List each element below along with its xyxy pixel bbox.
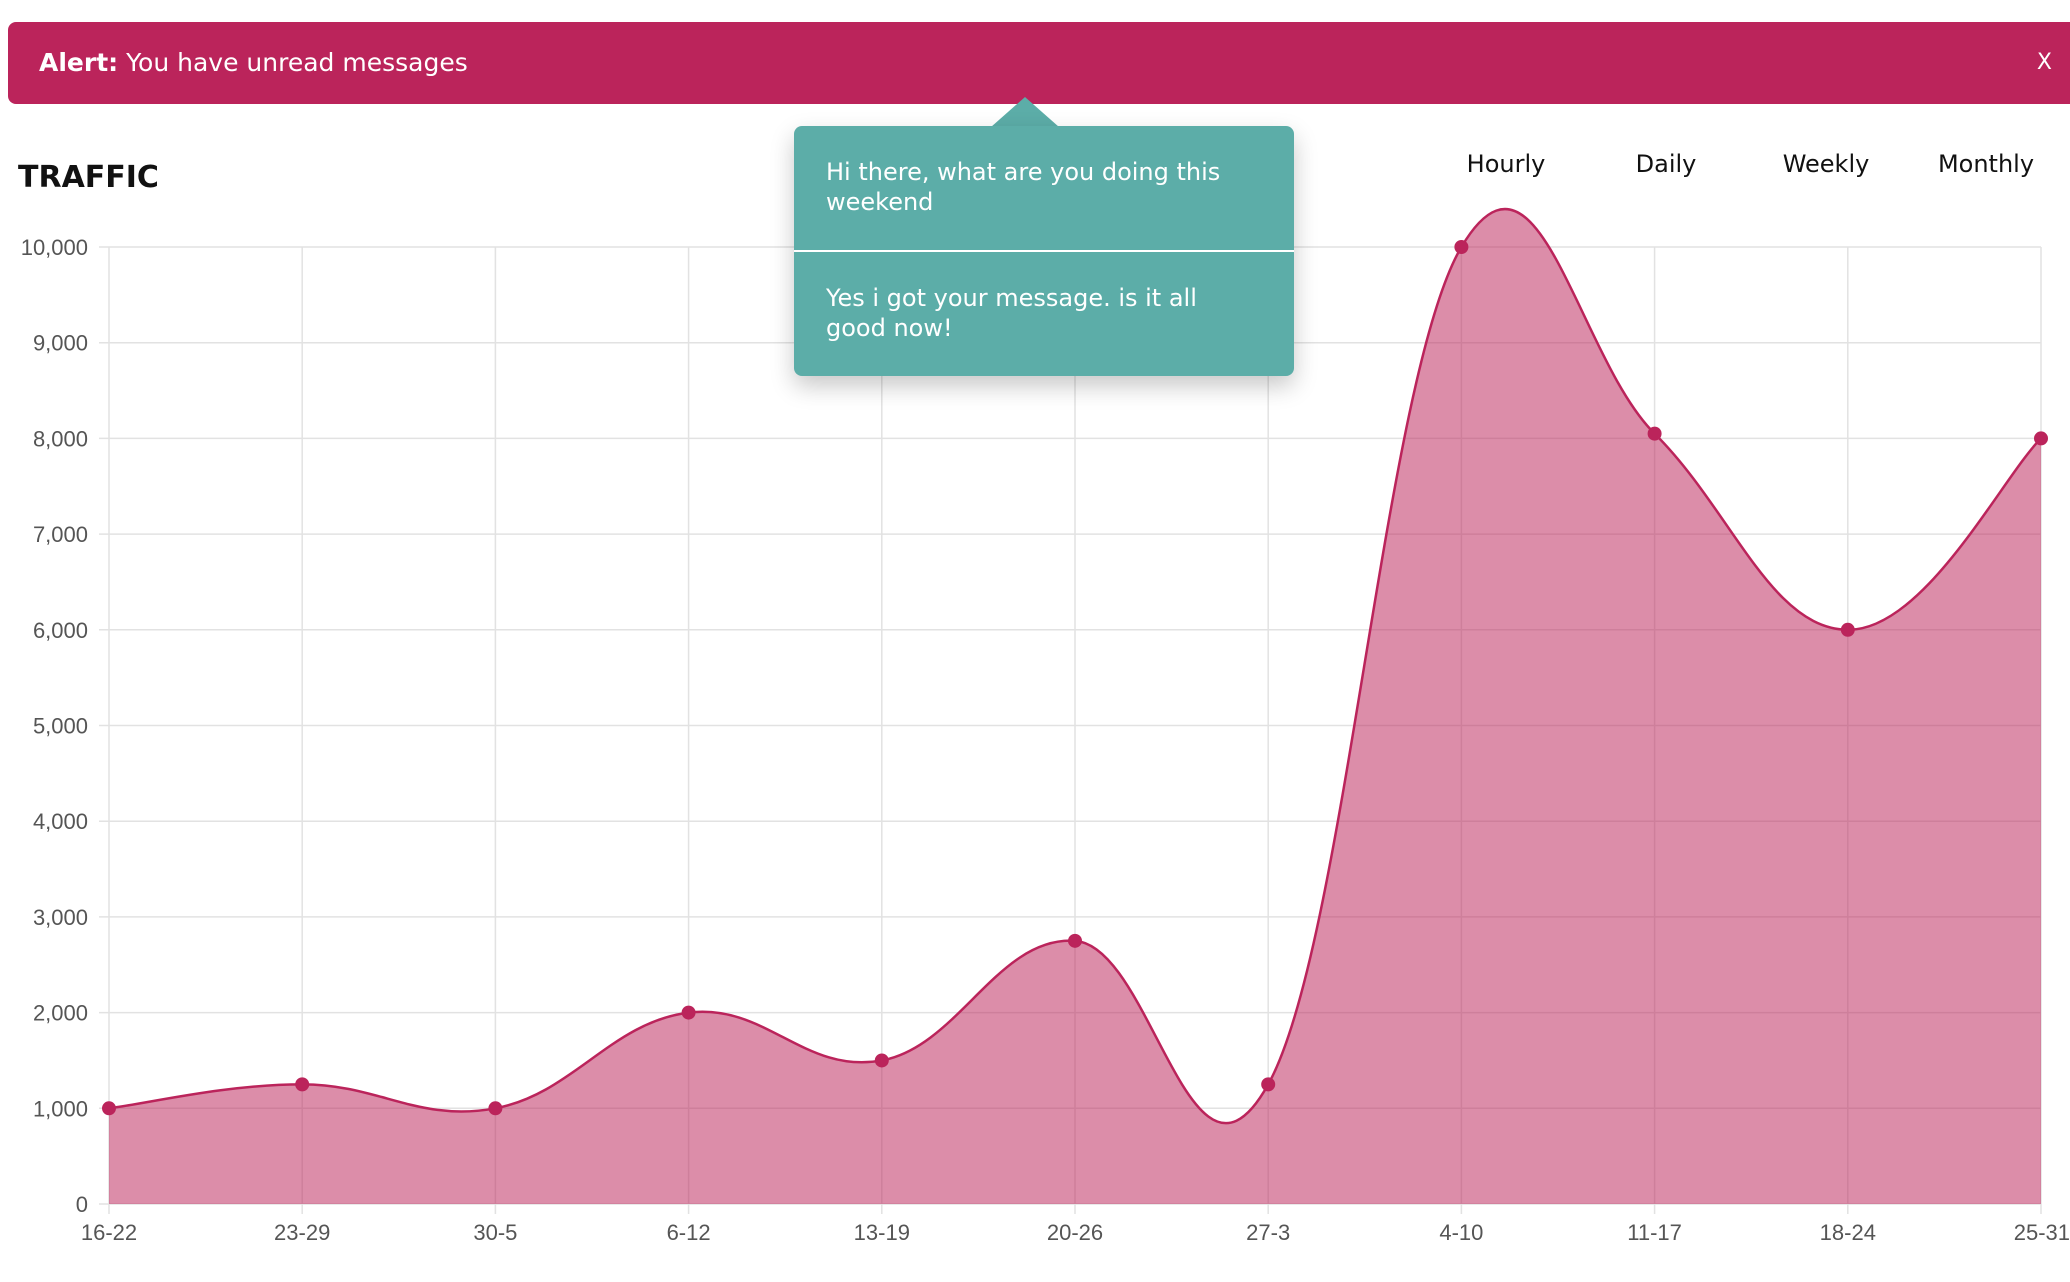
y-tick-label: 0 (76, 1192, 88, 1217)
messages-popup: Hi there, what are you doing this weeken… (794, 126, 1294, 376)
data-point[interactable] (681, 1005, 696, 1020)
y-tick-label: 3,000 (33, 905, 88, 930)
x-tick-label: 27-3 (1246, 1220, 1290, 1245)
x-tick-label: 20-26 (1047, 1220, 1103, 1245)
traffic-title: TRAFFIC (18, 160, 159, 195)
x-tick-label: 25-31 (2014, 1220, 2070, 1245)
x-tick-label: 18-24 (1820, 1220, 1876, 1245)
popup-message[interactable]: Yes i got your message. is it all good n… (794, 250, 1294, 376)
x-tick-label: 30-5 (473, 1220, 517, 1245)
tab-daily[interactable]: Daily (1586, 148, 1746, 180)
y-tick-label: 8,000 (33, 426, 88, 451)
chart-y-tick-labels: 0 1,000 2,000 3,000 4,000 5,000 6,000 7,000 8,00… (21, 235, 88, 1217)
y-tick-label: 4,000 (33, 809, 88, 834)
x-tick-label: 23-29 (274, 1220, 330, 1245)
alert-close-button[interactable]: X (2037, 22, 2052, 104)
alert-text: Alert: You have unread messages (39, 22, 468, 104)
popup-message[interactable]: Hi there, what are you doing this weeken… (794, 126, 1294, 250)
data-point[interactable] (1261, 1077, 1276, 1092)
x-tick-label: 6-12 (667, 1220, 711, 1245)
y-tick-label: 2,000 (33, 1001, 88, 1026)
data-point[interactable] (1647, 426, 1662, 441)
tab-hourly[interactable]: Hourly (1426, 148, 1586, 180)
popup-pointer (991, 97, 1059, 127)
data-point[interactable] (1068, 933, 1082, 948)
chart-x-tick-labels: 16-22 23-29 30-5 6-12 13-19 20-26 27-3 4-10 11-1… (81, 1220, 2070, 1245)
x-tick-label: 13-19 (854, 1220, 910, 1245)
x-tick-label: 4-10 (1439, 1220, 1483, 1245)
data-point[interactable] (874, 1053, 889, 1068)
y-tick-label: 1,000 (33, 1096, 88, 1121)
y-tick-label: 6,000 (33, 618, 88, 643)
y-tick-label: 9,000 (33, 331, 88, 356)
data-point[interactable] (1454, 240, 1469, 254)
alert-banner: Alert: You have unread messages X (8, 22, 2070, 104)
data-point[interactable] (2034, 431, 2048, 446)
tab-weekly[interactable]: Weekly (1746, 148, 1906, 180)
data-point[interactable] (1840, 622, 1855, 637)
y-tick-label: 7,000 (33, 522, 88, 547)
x-tick-label: 16-22 (81, 1220, 137, 1245)
y-tick-label: 10,000 (21, 235, 88, 260)
alert-label: Alert: (39, 48, 119, 77)
data-point[interactable] (488, 1101, 503, 1116)
y-tick-label: 5,000 (33, 714, 88, 739)
alert-message: You have unread messages (126, 48, 468, 77)
data-point[interactable] (102, 1101, 116, 1116)
tab-monthly[interactable]: Monthly (1906, 148, 2066, 180)
x-tick-label: 11-17 (1627, 1220, 1682, 1245)
data-point[interactable] (295, 1077, 310, 1092)
